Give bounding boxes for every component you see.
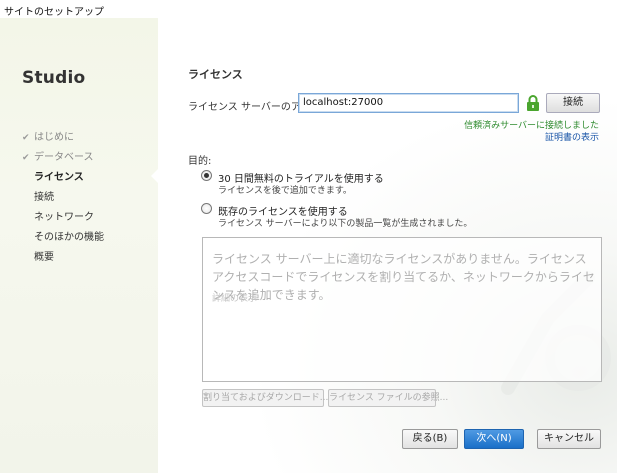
step-additional-features: そのほかの機能 <box>22 228 104 248</box>
browse-license-file-button: ライセンス ファイルの参照... <box>328 389 448 407</box>
step-introduction[interactable]: ✔ はじめに <box>22 128 104 148</box>
step-label: そのほかの機能 <box>34 232 104 243</box>
step-label: ネットワーク <box>34 212 94 223</box>
view-certificate-link[interactable]: 証明書の表示 <box>545 130 599 143</box>
brand-title: Studio <box>22 68 86 88</box>
show-details-link: 詳細の表示 <box>212 294 258 304</box>
cancel-button[interactable]: キャンセル <box>537 429 601 449</box>
wizard-steps: ✔ はじめに ✔ データベース ライセンス 接続 ネットワーク そのほかの機能 概要 <box>22 128 104 268</box>
step-database[interactable]: ✔ データベース <box>22 148 104 168</box>
section-title: ライセンス <box>188 68 243 81</box>
purpose-label: 目的: <box>188 156 212 167</box>
next-button[interactable]: 次へ(N) <box>464 429 524 449</box>
trial-license-radio[interactable] <box>201 170 212 181</box>
main-panel: ライセンス ライセンス サーバーのアドレス: localhost:27000 接… <box>158 18 617 473</box>
existing-license-radio[interactable] <box>201 203 212 214</box>
sidebar: Studio ✔ はじめに ✔ データベース ライセンス 接続 ネットワーク そのほ… <box>0 18 158 473</box>
assign-and-download-button: 割り当ておよびダウンロード... <box>202 389 328 407</box>
step-licensing[interactable]: ライセンス <box>22 168 104 188</box>
checkmark-icon: ✔ <box>22 133 30 143</box>
checkmark-icon: ✔ <box>22 153 30 163</box>
license-server-input[interactable]: localhost:27000 <box>298 93 519 113</box>
active-step-pointer <box>151 168 159 184</box>
step-label: データベース <box>34 152 94 163</box>
lock-icon <box>527 95 539 111</box>
no-license-message: ライセンス サーバー上に適切なライセンスがありません。ライセンス アクセスコード… <box>212 252 595 302</box>
existing-license-subtitle: ライセンス サーバーにより以下の製品一覧が生成されました。 <box>218 219 473 229</box>
step-label: 接続 <box>34 192 54 203</box>
step-label: ライセンス <box>34 172 84 183</box>
back-button[interactable]: 戻る(B) <box>402 429 458 449</box>
step-connection: 接続 <box>22 188 104 208</box>
window-title: サイトのセットアップ <box>4 7 104 18</box>
step-label: 概要 <box>34 252 54 263</box>
product-list[interactable]: ライセンス サーバー上に適切なライセンスがありません。ライセンス アクセスコード… <box>202 237 602 382</box>
step-network: ネットワーク <box>22 208 104 228</box>
connect-button[interactable]: 接続 <box>546 93 600 113</box>
step-summary: 概要 <box>22 248 104 268</box>
trial-license-subtitle: ライセンスを後で追加できます。 <box>218 186 352 196</box>
window-titlebar: サイトのセットアップ <box>0 0 617 18</box>
step-label: はじめに <box>34 132 74 143</box>
